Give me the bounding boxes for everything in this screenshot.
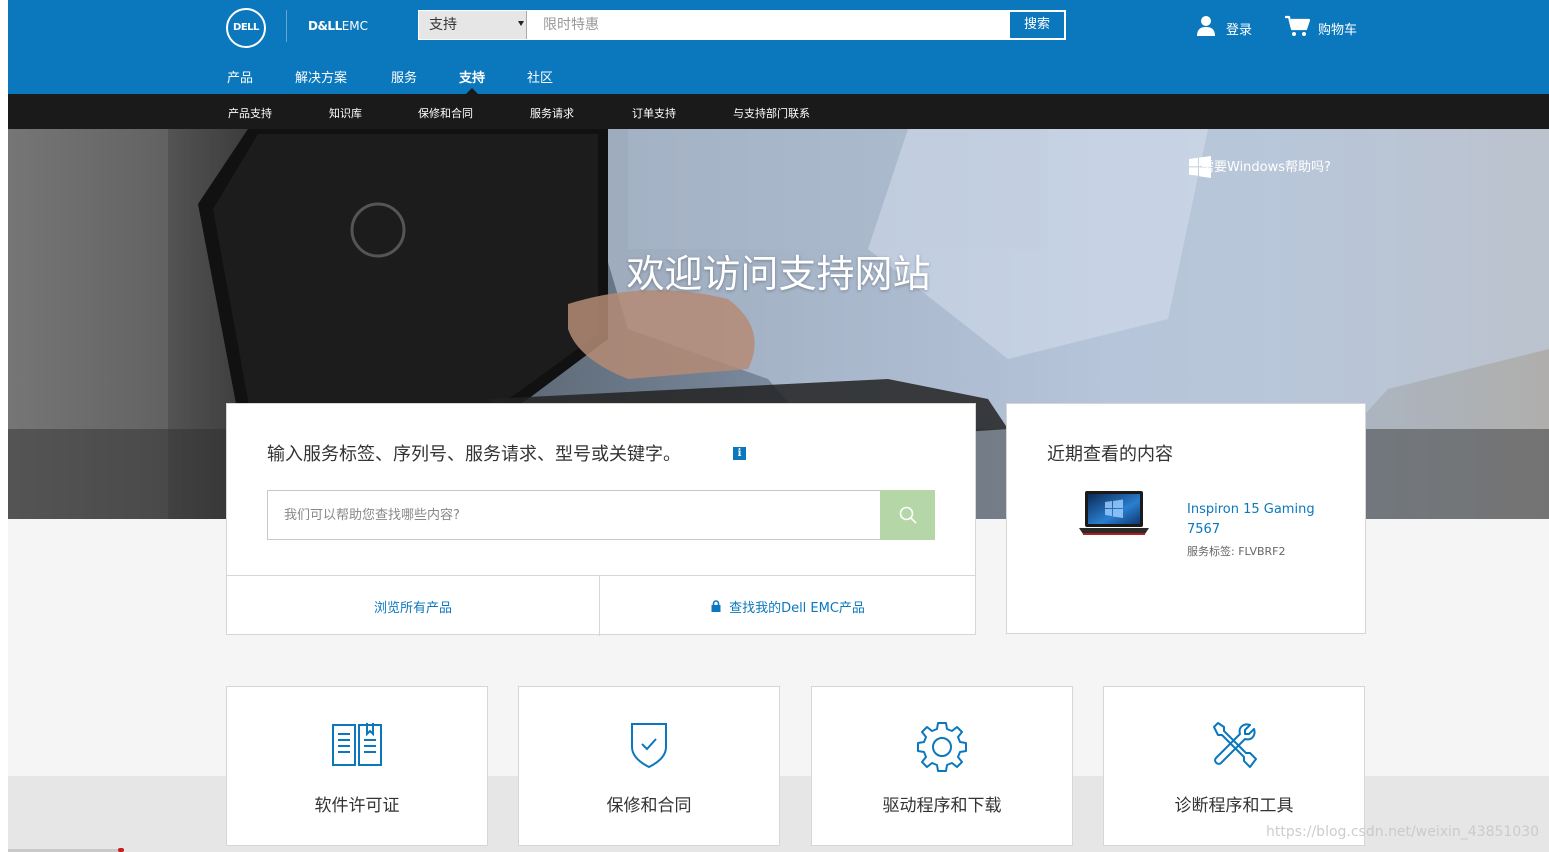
search-scope-select[interactable]: 支持 xyxy=(419,11,527,39)
support-search-card: 输入服务标签、序列号、服务请求、型号或关键字。 i 浏览所有产品 查找我的Del… xyxy=(226,403,976,636)
subnav-item-warranty[interactable]: 保修和合同 xyxy=(418,105,473,121)
windows-help-label: 需要Windows帮助吗? xyxy=(1201,160,1331,175)
search-icon xyxy=(899,506,917,524)
site-search-input[interactable] xyxy=(529,11,1007,39)
dellemc-logo[interactable]: D&LLEMC xyxy=(308,19,368,33)
tile-icon-wrap xyxy=(227,721,487,767)
user-icon xyxy=(1197,16,1215,36)
logo-divider xyxy=(286,10,287,42)
site-search: 支持 搜索 xyxy=(418,10,1066,40)
support-search-button[interactable] xyxy=(880,490,935,540)
windows-icon xyxy=(1189,156,1211,178)
recent-service-tag: 服务标签: FLVBRF2 xyxy=(1187,545,1286,558)
tile-label: 诊断程序和工具 xyxy=(1174,796,1294,816)
cart-icon xyxy=(1285,15,1310,36)
lock-icon xyxy=(711,600,721,612)
site-search-button[interactable]: 搜索 xyxy=(1009,11,1065,39)
tile-drivers-downloads[interactable]: 驱动程序和下载 xyxy=(811,686,1073,846)
gear-icon xyxy=(917,722,967,772)
tile-warranty-contracts[interactable]: 保修和合同 xyxy=(518,686,780,846)
subnav-item-contact-support[interactable]: 与支持部门联系 xyxy=(733,105,810,121)
support-search-input[interactable] xyxy=(267,490,881,540)
subnav-item-product-support[interactable]: 产品支持 xyxy=(228,105,272,121)
dellemc-logo-bold: D&LL xyxy=(308,19,342,33)
cart-link[interactable]: 购物车 xyxy=(1284,12,1357,40)
shield-check-icon xyxy=(631,723,667,769)
tile-icon-wrap xyxy=(1104,721,1364,769)
tools-icon xyxy=(1213,722,1257,768)
watermark: https://blog.csdn.net/weixin_43851030 xyxy=(1266,824,1540,840)
recently-viewed-title: 近期查看的内容 xyxy=(1047,444,1173,465)
tile-icon-wrap xyxy=(519,721,779,769)
signin-link[interactable]: 登录 xyxy=(1196,12,1252,40)
nav-item-services[interactable]: 服务 xyxy=(391,67,417,86)
browse-all-products-link[interactable]: 浏览所有产品 xyxy=(227,576,600,636)
tile-label: 驱动程序和下载 xyxy=(882,796,1002,816)
support-page: DELL D&LLEMC 支持 搜索 登录 购物车 xyxy=(8,0,1549,852)
signin-label: 登录 xyxy=(1226,22,1253,38)
tile-diagnostics-tools[interactable]: 诊断程序和工具 xyxy=(1103,686,1365,846)
support-search-title: 输入服务标签、序列号、服务请求、型号或关键字。 xyxy=(267,444,681,465)
recent-product-link[interactable]: Inspiron 15 Gaming 7567 xyxy=(1187,500,1337,540)
tile-label: 软件许可证 xyxy=(314,796,400,816)
dell-logo[interactable]: DELL xyxy=(226,8,266,48)
nav-item-support[interactable]: 支持 xyxy=(459,67,485,86)
windows-help-link[interactable]: 需要Windows帮助吗? xyxy=(1189,156,1331,178)
recently-viewed-card: 近期查看的内容 Inspiron 15 Gaming 7567 服务标签: FL… xyxy=(1006,403,1366,634)
find-my-products-label: 查找我的Dell EMC产品 xyxy=(729,600,865,616)
browse-all-products-label: 浏览所有产品 xyxy=(373,600,452,616)
subnav-item-service-request[interactable]: 服务请求 xyxy=(530,105,574,121)
support-card-links: 浏览所有产品 查找我的Dell EMC产品 xyxy=(227,575,975,636)
page-title: 欢迎访问支持网站 xyxy=(626,252,931,296)
chevron-down-icon xyxy=(518,21,524,26)
subnav-item-order-support[interactable]: 订单支持 xyxy=(632,105,676,121)
nav-item-products[interactable]: 产品 xyxy=(227,67,253,86)
dellemc-logo-rest: EMC xyxy=(341,19,369,33)
support-subnav: 产品支持 知识库 保修和合同 服务请求 订单支持 与支持部门联系 xyxy=(8,94,1549,129)
laptop-thumbnail[interactable] xyxy=(1079,490,1149,536)
nav-item-solutions[interactable]: 解决方案 xyxy=(295,67,347,86)
cart-label: 购物车 xyxy=(1318,22,1358,38)
find-my-products-link[interactable]: 查找我的Dell EMC产品 xyxy=(601,576,975,636)
main-nav: 产品 解决方案 服务 支持 社区 xyxy=(8,58,1549,94)
nav-item-community[interactable]: 社区 xyxy=(527,67,553,86)
tile-label: 保修和合同 xyxy=(606,796,692,816)
notification-dot xyxy=(118,848,124,852)
top-header: DELL D&LLEMC 支持 搜索 登录 购物车 xyxy=(8,0,1549,58)
book-icon xyxy=(332,723,382,766)
search-scope-value: 支持 xyxy=(429,17,457,33)
tile-software-licenses[interactable]: 软件许可证 xyxy=(226,686,488,846)
subnav-item-knowledge-base[interactable]: 知识库 xyxy=(329,105,362,121)
info-icon[interactable]: i xyxy=(733,447,746,460)
tile-icon-wrap xyxy=(812,721,1072,773)
